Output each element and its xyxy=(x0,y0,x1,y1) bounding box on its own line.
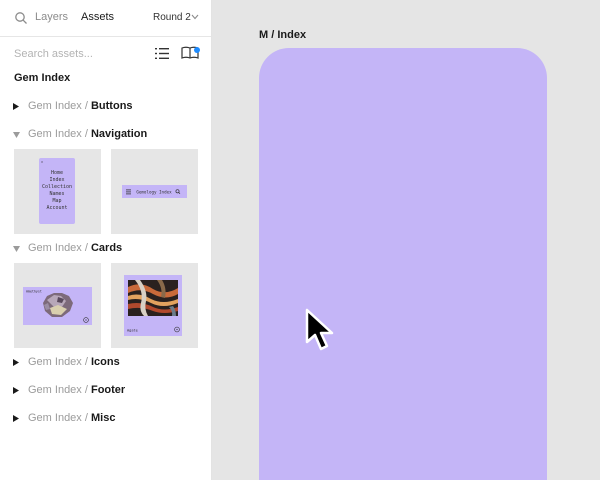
caret-down-icon xyxy=(13,246,20,252)
svg-text:×: × xyxy=(41,160,43,164)
page-selector[interactable]: Round 2 xyxy=(153,12,199,23)
page-selector-label: Round 2 xyxy=(153,12,191,23)
group-footer[interactable]: Gem Index / Footer xyxy=(0,381,211,401)
menu-item: Collection xyxy=(42,184,72,190)
nav-bar-title: Gemology Index xyxy=(136,190,172,195)
tab-assets[interactable]: Assets xyxy=(81,11,114,23)
caret-down-icon xyxy=(13,132,20,138)
menu-item: Index xyxy=(49,177,64,183)
gem-image xyxy=(128,280,178,316)
chevron-down-icon xyxy=(191,14,199,20)
menu-item: Names xyxy=(49,191,64,197)
group-label: Buttons xyxy=(90,100,133,112)
card-label: Amethyst xyxy=(26,290,42,294)
group-label: Icons xyxy=(90,356,120,368)
caret-right-icon xyxy=(13,415,19,422)
caret-right-icon xyxy=(13,387,19,394)
nav-bar-preview: Gemology Index xyxy=(122,185,187,198)
group-cards[interactable]: Gem Index / Cards xyxy=(0,239,211,259)
menu-icon xyxy=(126,189,131,195)
card-preview: Amethyst xyxy=(23,287,92,325)
menu-item: Account xyxy=(46,205,67,211)
nav-menu-preview: × Home Index Collection Names Map Accoun… xyxy=(39,158,75,224)
group-label: Misc xyxy=(90,412,116,424)
tab-layers[interactable]: Layers xyxy=(35,11,68,23)
mouse-pointer-icon xyxy=(305,308,334,351)
card-preview: Agate xyxy=(124,275,182,336)
asset-thumb-nav-bar[interactable]: Gemology Index xyxy=(111,149,198,234)
asset-thumb-card-agate[interactable]: Agate xyxy=(111,263,198,348)
caret-right-icon xyxy=(13,103,19,110)
group-navigation[interactable]: Gem Index / Navigation xyxy=(0,125,211,145)
asset-search-row: Search assets... xyxy=(0,37,211,71)
group-misc[interactable]: Gem Index / Misc xyxy=(0,409,211,429)
library-title: Gem Index xyxy=(14,72,71,84)
asset-thumb-nav-menu[interactable]: × Home Index Collection Names Map Accoun… xyxy=(14,149,101,234)
list-view-icon[interactable] xyxy=(155,47,169,60)
canvas-frame[interactable] xyxy=(259,48,547,480)
search-icon[interactable] xyxy=(14,11,28,25)
frame-label[interactable]: M / Index xyxy=(259,29,306,41)
card-label: Agate xyxy=(127,329,138,333)
group-icons[interactable]: Gem Index / Icons xyxy=(0,353,211,373)
notification-dot xyxy=(194,47,200,53)
asset-thumb-card-amethyst[interactable]: Amethyst xyxy=(14,263,101,348)
search-input[interactable]: Search assets... xyxy=(14,48,93,60)
assets-panel: Layers Assets Round 2 Search assets... G… xyxy=(0,0,212,480)
menu-item: Map xyxy=(52,198,61,204)
group-buttons[interactable]: Gem Index / Buttons xyxy=(0,97,211,117)
group-label: Cards xyxy=(90,242,123,254)
group-label: Navigation xyxy=(90,128,148,140)
panel-header: Layers Assets Round 2 xyxy=(0,0,211,37)
menu-item: Home xyxy=(51,170,63,176)
group-label: Footer xyxy=(90,384,126,396)
caret-right-icon xyxy=(13,359,19,366)
